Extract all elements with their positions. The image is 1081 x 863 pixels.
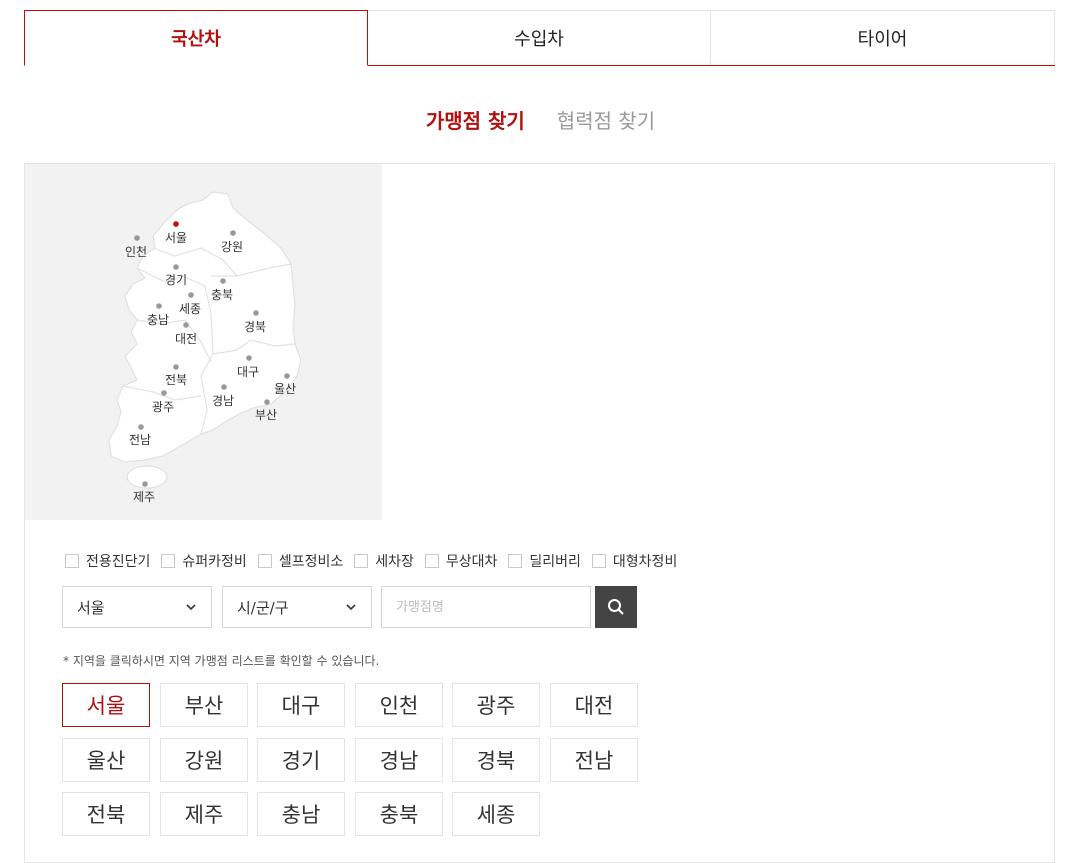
sub-tabs: 가맹점 찾기 협력점 찾기 [0, 104, 1081, 138]
subtab-franchise[interactable]: 가맹점 찾기 [426, 104, 525, 138]
checkbox[interactable] [508, 554, 523, 568]
map-label: 인천 [125, 244, 147, 259]
region-notice: * 지역을 클릭하시면 지역 가맹점 리스트를 확인할 수 있습니다. [63, 654, 380, 668]
region-button-ulsan[interactable]: 울산 [62, 738, 150, 782]
region-button-jeonbuk[interactable]: 전북 [62, 792, 150, 836]
map-label: 강원 [221, 240, 243, 254]
filter-delivery[interactable]: 딜리버리 [508, 551, 581, 571]
region-button-busan[interactable]: 부산 [160, 683, 248, 727]
search-button[interactable] [595, 586, 637, 628]
filter-supercar[interactable]: 슈퍼카정비 [161, 551, 247, 571]
map-label: 광주 [152, 400, 174, 414]
store-name-input[interactable] [381, 586, 591, 628]
chevron-down-icon [346, 604, 356, 611]
filter-label: 세차장 [375, 554, 414, 570]
filter-diagnostic[interactable]: 전용진단기 [65, 551, 150, 571]
filter-label: 대형차정비 [612, 554, 678, 570]
map-region-incheon[interactable]: 인천 [125, 235, 147, 259]
region-select[interactable]: 서울 [62, 586, 212, 628]
checkbox[interactable] [591, 554, 606, 568]
region-button-chungnam[interactable]: 충남 [257, 792, 345, 836]
map-label: 경기 [165, 273, 187, 287]
map-label: 전북 [165, 373, 187, 387]
region-button-daejeon[interactable]: 대전 [550, 683, 638, 727]
region-button-daegu[interactable]: 대구 [257, 683, 345, 727]
checkbox[interactable] [161, 554, 176, 568]
map-label: 경남 [212, 394, 234, 408]
tab-domestic[interactable]: 국산차 [24, 10, 368, 66]
filter-label: 딜리버리 [529, 554, 581, 570]
region-button-seoul[interactable]: 서울 [62, 683, 150, 727]
district-select[interactable]: 시/군/구 [222, 586, 372, 628]
filter-car-wash[interactable]: 세차장 [354, 551, 414, 571]
map-label: 충남 [147, 313, 169, 327]
korea-map: 서울 인천 강원 경기 충북 충남 세종 경북 대전 전북 대구 울산 광주 경… [25, 164, 382, 520]
subtab-partner[interactable]: 협력점 찾기 [557, 104, 655, 138]
region-button-gyeongnam[interactable]: 경남 [355, 738, 443, 782]
map-label: 세종 [179, 302, 201, 316]
search-panel: 서울 인천 강원 경기 충북 충남 세종 경북 대전 전북 대구 울산 광주 경… [24, 163, 1055, 863]
search-icon [608, 599, 624, 615]
checkbox[interactable] [65, 554, 79, 568]
filter-label: 무상대차 [445, 554, 498, 570]
region-button-sejong[interactable]: 세종 [452, 792, 540, 836]
filter-label: 슈퍼카정비 [182, 554, 247, 570]
map-label: 서울 [165, 231, 187, 245]
main-tabs: 국산차 수입차 타이어 [24, 10, 1055, 66]
checkbox[interactable] [354, 554, 369, 568]
map-label: 충북 [211, 288, 233, 302]
region-select-value: 서울 [77, 598, 105, 617]
tab-tire[interactable]: 타이어 [711, 10, 1055, 65]
region-button-gyeongbuk[interactable]: 경북 [452, 738, 540, 782]
map-label: 제주 [133, 490, 155, 504]
filter-large-vehicle[interactable]: 대형차정비 [591, 551, 678, 571]
district-select-value: 시/군/구 [237, 598, 289, 617]
checkbox[interactable] [424, 554, 439, 568]
map-label: 대전 [175, 332, 197, 346]
filter-label: 셀프정비소 [278, 554, 344, 570]
tab-imported[interactable]: 수입차 [368, 10, 711, 65]
region-button-jeonnam[interactable]: 전남 [550, 738, 638, 782]
region-button-gyeonggi[interactable]: 경기 [257, 738, 345, 782]
korea-map-svg: 서울 인천 강원 경기 충북 충남 세종 경북 대전 전북 대구 울산 광주 경… [108, 191, 302, 504]
map-label: 대구 [237, 365, 259, 379]
map-label: 전남 [129, 433, 151, 447]
region-button-gwangju[interactable]: 광주 [452, 683, 540, 727]
filter-label: 전용진단기 [86, 554, 151, 570]
region-button-gangwon[interactable]: 강원 [160, 738, 248, 782]
map-label: 부산 [255, 408, 277, 422]
region-button-jeju[interactable]: 제주 [160, 792, 248, 836]
map-label: 울산 [274, 382, 296, 396]
filter-checkboxes: 전용진단기 슈퍼카정비 셀프정비소 세차장 무상대차 딜리버리 대형차정비 [65, 551, 688, 571]
chevron-down-icon [186, 604, 196, 611]
filter-free-rental[interactable]: 무상대차 [424, 551, 498, 571]
filter-self-service[interactable]: 셀프정비소 [257, 551, 344, 571]
checkbox[interactable] [257, 554, 272, 568]
region-button-incheon[interactable]: 인천 [355, 683, 443, 727]
map-label: 경북 [244, 320, 266, 334]
region-button-chungbuk[interactable]: 충북 [355, 792, 443, 836]
